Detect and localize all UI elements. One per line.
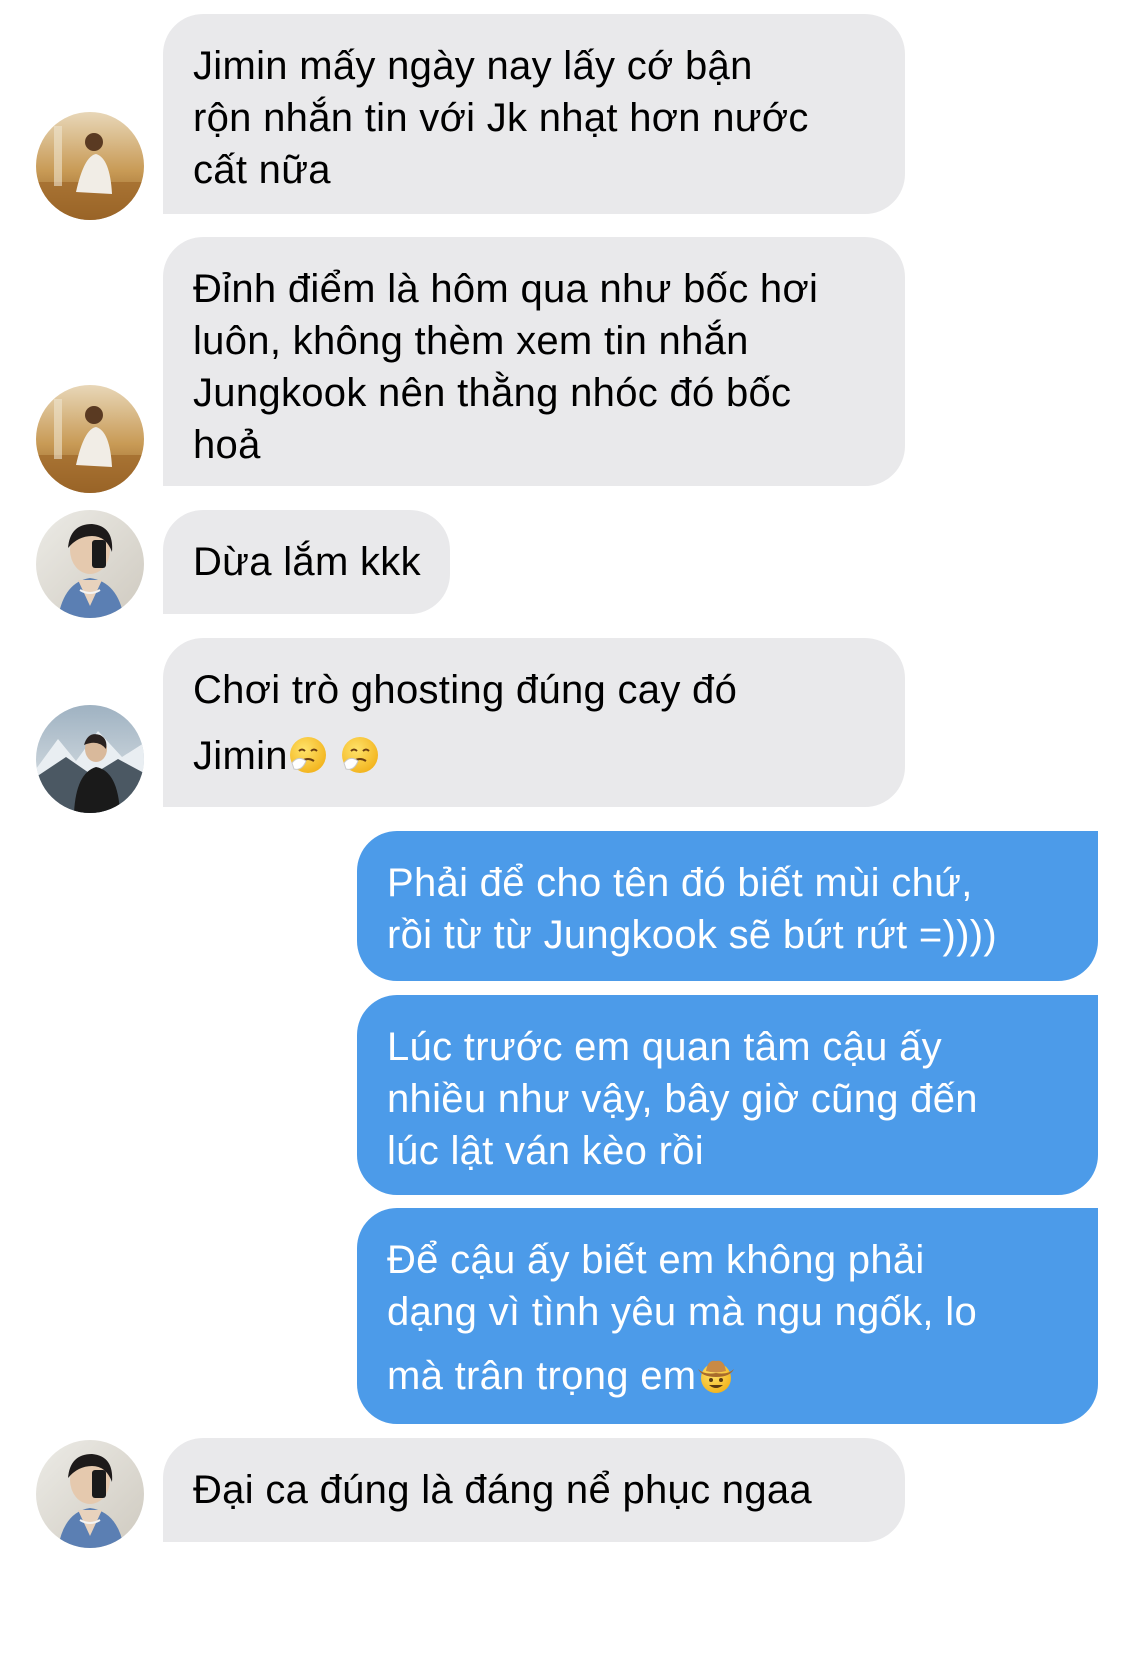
message-text-line: rộn nhắn tin với Jk nhạt hơn nước xyxy=(193,96,809,140)
outgoing-message-bubble[interactable]: Lúc trước em quan tâm cậu ấy nhiều như v… xyxy=(357,995,1098,1195)
message-text-line: hoả xyxy=(193,423,261,467)
incoming-message-bubble[interactable]: Đỉnh điểm là hôm qua như bốc hơi luôn, k… xyxy=(163,237,905,486)
avatar-mirror-selfie[interactable] xyxy=(36,1440,144,1548)
message-text-line: Chơi trò ghosting đúng cay đó xyxy=(193,668,738,712)
cowboy-hat-face-emoji xyxy=(696,1355,736,1395)
avatar-mountain-portrait[interactable] xyxy=(36,705,144,813)
message-text-line: rồi từ từ Jungkook sẽ bứt rứt =)))) xyxy=(387,913,997,957)
message-text-line: luôn, không thèm xem tin nhắn xyxy=(193,319,749,363)
message-text-line: Phải để cho tên đó biết mùi chứ, xyxy=(387,861,973,905)
message-text-line: cất nữa xyxy=(193,148,331,192)
message-text-line: Jungkook nên thằng nhóc đó bốc xyxy=(193,371,792,415)
message-text-line: Jimin mấy ngày nay lấy cớ bận xyxy=(193,44,753,88)
sneezing-face-emoji xyxy=(288,735,328,775)
incoming-message-bubble[interactable]: Chơi trò ghosting đúng cay đó Jimin xyxy=(163,638,905,807)
message-text-line: Đại ca đúng là đáng nể phục ngaa xyxy=(193,1468,812,1512)
message-text-line: Dừa lắm kkk xyxy=(193,540,421,584)
message-text-line: Jimin xyxy=(193,734,288,778)
message-text-line: lúc lật ván kèo rồi xyxy=(387,1129,704,1173)
message-text-line: Để cậu ấy biết em không phải xyxy=(387,1238,925,1282)
message-text-line: nhiều như vậy, bây giờ cũng đến xyxy=(387,1077,978,1121)
message-text-line: mà trân trọng em xyxy=(387,1354,697,1398)
avatar-golden-portrait[interactable] xyxy=(36,112,144,220)
incoming-message-bubble[interactable]: Dừa lắm kkk xyxy=(163,510,450,614)
incoming-message-bubble[interactable]: Jimin mấy ngày nay lấy cớ bận rộn nhắn t… xyxy=(163,14,905,214)
incoming-message-bubble[interactable]: Đại ca đúng là đáng nể phục ngaa xyxy=(163,1438,905,1542)
sneezing-face-emoji xyxy=(340,735,380,775)
message-text-line: Đỉnh điểm là hôm qua như bốc hơi xyxy=(193,267,819,311)
message-text-line: Lúc trước em quan tâm cậu ấy xyxy=(387,1025,942,1069)
outgoing-message-bubble[interactable]: Phải để cho tên đó biết mùi chứ, rồi từ … xyxy=(357,831,1098,981)
avatar-mirror-selfie[interactable] xyxy=(36,510,144,618)
avatar-golden-portrait[interactable] xyxy=(36,385,144,493)
message-text-line: dạng vì tình yêu mà ngu ngốk, lo xyxy=(387,1290,977,1334)
outgoing-message-bubble[interactable]: Để cậu ấy biết em không phải dạng vì tìn… xyxy=(357,1208,1098,1424)
